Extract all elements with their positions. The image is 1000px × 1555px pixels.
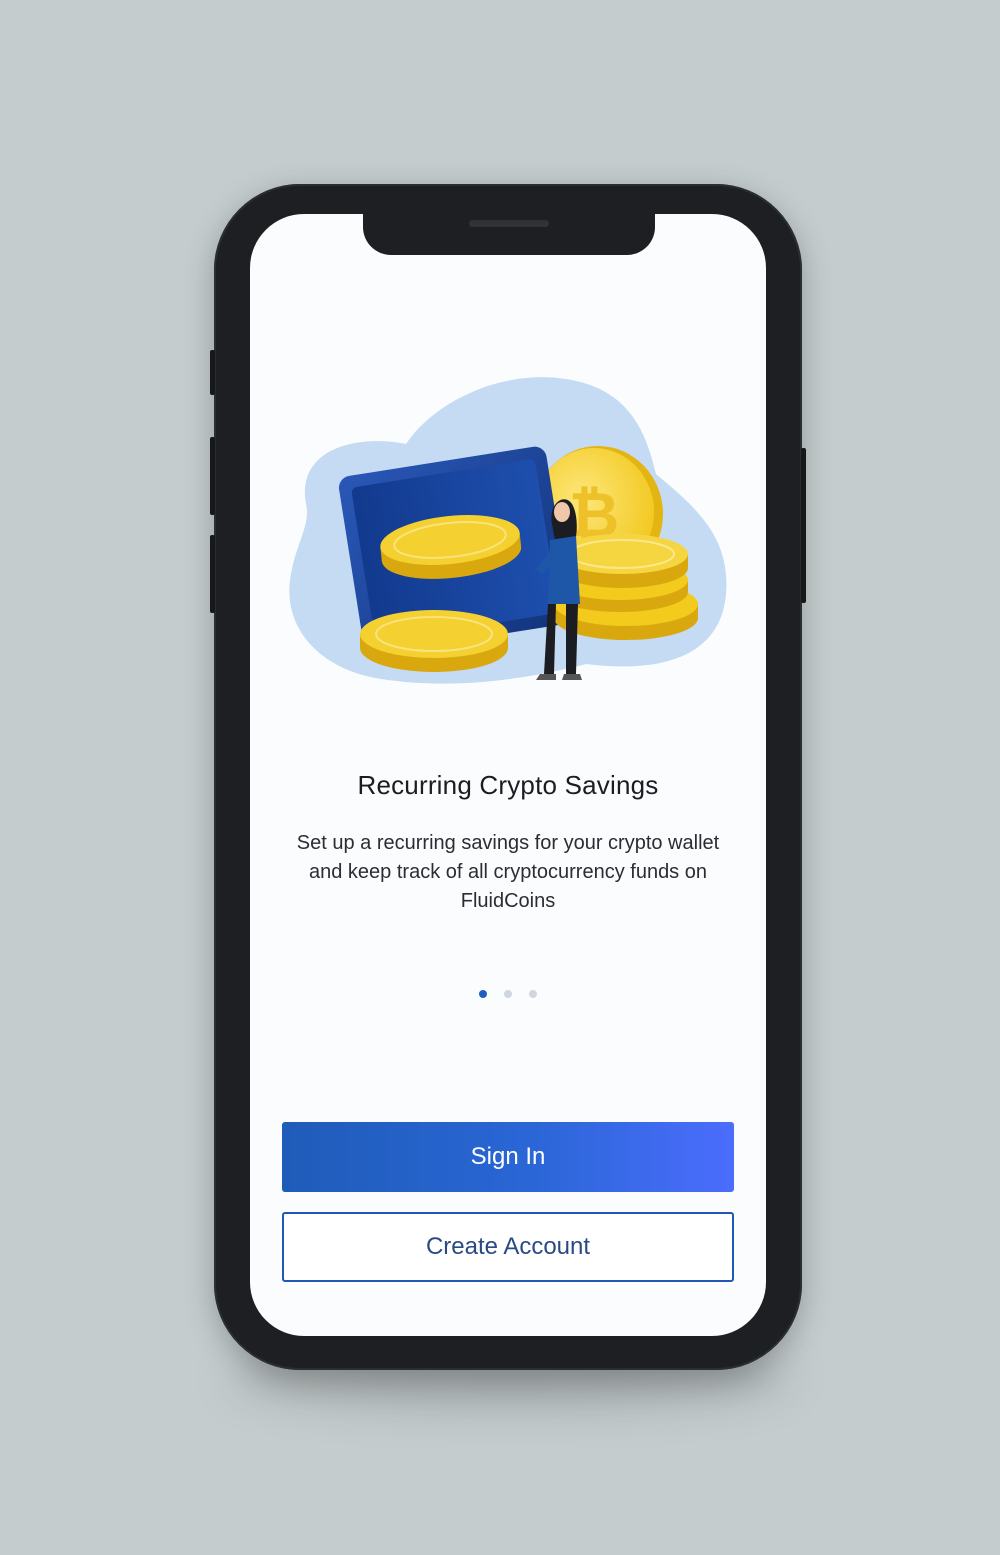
pagination-dots: [250, 990, 766, 998]
notch: [363, 214, 655, 255]
volume-down-button: [210, 535, 215, 613]
pagination-dot-2[interactable]: [504, 990, 512, 998]
pagination-dot-3[interactable]: [529, 990, 537, 998]
silent-switch: [210, 350, 215, 395]
power-button: [801, 448, 806, 603]
coin-front: [360, 610, 508, 672]
onboarding-description: Set up a recurring savings for your cryp…: [296, 832, 720, 912]
onboarding-illustration: ₿: [289, 377, 727, 684]
pagination-dot-1[interactable]: [479, 990, 487, 998]
page-title: Recurring Crypto Savings: [357, 770, 659, 800]
speaker-grille: [469, 220, 549, 227]
sign-in-button[interactable]: Sign In: [282, 1122, 734, 1192]
create-account-button[interactable]: Create Account: [282, 1212, 734, 1282]
phone-screen: ₿ Recurring Crypto Savings Set up a recu…: [250, 214, 766, 1336]
volume-up-button: [210, 437, 215, 515]
